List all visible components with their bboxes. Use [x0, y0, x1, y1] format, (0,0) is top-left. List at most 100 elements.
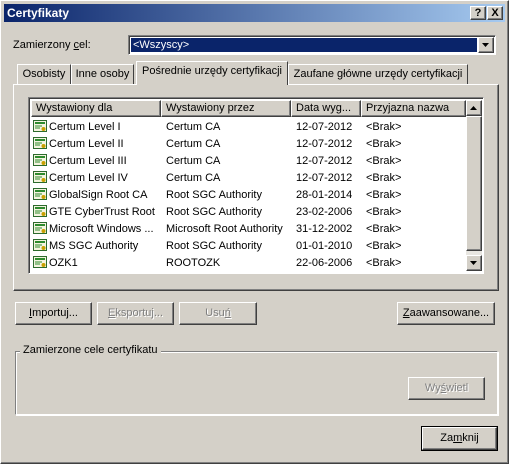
- cell-expiration: 12-07-2012: [296, 121, 353, 133]
- certificate-icon: [33, 239, 47, 251]
- tab-personal[interactable]: Osobisty: [17, 64, 71, 84]
- title-bar[interactable]: Certyfikaty ? X: [4, 4, 505, 22]
- cell-expiration: 23-02-2006: [296, 206, 353, 218]
- purpose-dropdown-button[interactable]: [478, 37, 494, 53]
- certificate-purposes-label: Zamierzone cele certyfikatu: [20, 344, 161, 356]
- certificate-list[interactable]: Wystawiony dla Wystawiony przez Data wyg…: [28, 97, 484, 274]
- remove-button[interactable]: Usuń: [179, 302, 257, 325]
- import-label: mportuj...: [32, 307, 78, 319]
- cell-expiration: 12-07-2012: [296, 155, 353, 167]
- table-row[interactable]: Microsoft Windows ... Microsoft Root Auth…: [31, 221, 466, 238]
- table-row[interactable]: OZK1 ROOTOZK 22-06-2006 <Brak>: [31, 255, 466, 272]
- arrow-down-icon: [470, 261, 477, 265]
- tab-trusted-root-ca[interactable]: Zaufane główne urzędy certyfikacji: [288, 64, 468, 84]
- certificate-icon: [33, 120, 47, 132]
- cell-issued-by: Root SGC Authority: [166, 206, 262, 218]
- tab-other-people[interactable]: Inne osoby: [71, 64, 134, 84]
- column-header-issued-by[interactable]: Wystawiony przez: [161, 100, 291, 117]
- purpose-label: Zamierzony cel:: [13, 39, 91, 51]
- tab-intermediate-ca-label: Pośrednie urzędy certyfikacji: [141, 65, 282, 77]
- scroll-down-button[interactable]: [466, 255, 482, 271]
- advanced-button[interactable]: Zaawansowane...: [397, 302, 495, 325]
- cell-issued-to: GlobalSign Root CA: [49, 189, 148, 201]
- tab-personal-label: Osobisty: [22, 68, 66, 80]
- purpose-select[interactable]: <Wszyscy>: [128, 35, 496, 55]
- import-button[interactable]: Importuj...: [15, 302, 92, 325]
- table-row[interactable]: MS SGC Authority Root SGC Authority 01-01-…: [31, 238, 466, 255]
- certificate-icon: [33, 222, 47, 234]
- certificate-icon: [33, 154, 47, 166]
- tab-intermediate-ca[interactable]: Pośrednie urzędy certyfikacji: [136, 61, 288, 85]
- advanced-accel: Z: [402, 307, 410, 319]
- cell-expiration: 31-12-2002: [296, 223, 353, 235]
- cell-issued-by: Certum CA: [166, 172, 221, 184]
- certificates-dialog: Certyfikaty ? X Zamierzony cel: <Wszyscy…: [0, 0, 509, 464]
- purpose-select-value: <Wszyscy>: [131, 38, 477, 52]
- cell-issued-by: Microsoft Root Authority: [166, 223, 283, 235]
- table-row[interactable]: Certum Level IV Certum CA 12-07-2012 <Brak>: [31, 170, 466, 187]
- close-label-post: knij: [462, 432, 479, 444]
- cell-friendly-name: <Brak>: [366, 138, 402, 150]
- cell-issued-to: GTE CyberTrust Root: [49, 206, 155, 218]
- view-label-post: wietl: [446, 382, 469, 394]
- cell-friendly-name: <Brak>: [366, 172, 402, 184]
- close-icon: X: [491, 7, 499, 19]
- chevron-down-icon: [482, 43, 489, 47]
- cell-expiration: 22-06-2006: [296, 257, 353, 269]
- column-header-expiration[interactable]: Data wyg...: [291, 100, 361, 117]
- table-row[interactable]: Certum Level II Certum CA 12-07-2012 <Brak>: [31, 136, 466, 153]
- certificate-icon: [33, 205, 47, 217]
- cell-friendly-name: <Brak>: [366, 257, 402, 269]
- cell-issued-to: Certum Level III: [49, 155, 127, 167]
- table-row[interactable]: GTE CyberTrust Root Root SGC Authority 23-…: [31, 204, 466, 221]
- cell-friendly-name: <Brak>: [366, 240, 402, 252]
- export-button[interactable]: Eksportuj...: [97, 302, 174, 325]
- help-icon: ?: [474, 7, 482, 19]
- column-header-issued-to[interactable]: Wystawiony dla: [31, 100, 161, 117]
- column-header-friendly-name-label: Przyjazna nazwa: [366, 102, 450, 114]
- cell-friendly-name: <Brak>: [366, 223, 402, 235]
- help-button[interactable]: ?: [470, 6, 486, 20]
- tab-trusted-root-ca-label: Zaufane główne urzędy certyfikacji: [293, 68, 463, 80]
- cell-friendly-name: <Brak>: [366, 189, 402, 201]
- advanced-label: aawansowane...: [409, 307, 490, 319]
- table-row[interactable]: Certum Level I Certum CA 12-07-2012 <Brak>: [31, 119, 466, 136]
- cell-issued-by: Root SGC Authority: [166, 189, 262, 201]
- close-button[interactable]: Zamknij: [421, 426, 498, 451]
- cell-issued-to: Microsoft Windows ...: [49, 223, 154, 235]
- cell-friendly-name: <Brak>: [366, 155, 402, 167]
- column-header-issued-by-label: Wystawiony przez: [166, 102, 255, 114]
- cell-issued-to: OZK1: [49, 257, 78, 269]
- cell-expiration: 12-07-2012: [296, 172, 353, 184]
- remove-accel: ń: [224, 307, 231, 319]
- view-label-pre: Wy: [424, 382, 441, 394]
- close-window-button[interactable]: X: [487, 6, 503, 20]
- cell-issued-to: Certum Level I: [49, 121, 121, 133]
- export-label: ksportuj...: [115, 307, 164, 319]
- cell-issued-by: Certum CA: [166, 155, 221, 167]
- cell-issued-by: Root SGC Authority: [166, 240, 262, 252]
- certificate-icon: [33, 137, 47, 149]
- table-row[interactable]: GlobalSign Root CA Root SGC Authority 28-0…: [31, 187, 466, 204]
- cell-friendly-name: <Brak>: [366, 206, 402, 218]
- cell-issued-to: Certum Level II: [49, 138, 124, 150]
- certificate-icon: [33, 171, 47, 183]
- tab-other-people-label: Inne osoby: [75, 68, 130, 80]
- table-row[interactable]: Certum Level III Certum CA 12-07-2012 <Brak…: [31, 153, 466, 170]
- close-accel: m: [453, 432, 463, 444]
- column-header-expiration-label: Data wyg...: [296, 102, 352, 114]
- column-header-friendly-name[interactable]: Przyjazna nazwa: [361, 100, 466, 117]
- scroll-thumb[interactable]: [466, 116, 482, 251]
- cell-issued-by: ROOTOZK: [166, 257, 221, 269]
- certificate-icon: [33, 188, 47, 200]
- cell-issued-to: MS SGC Authority: [49, 240, 139, 252]
- cell-friendly-name: <Brak>: [366, 121, 402, 133]
- cell-issued-to: Certum Level IV: [49, 172, 128, 184]
- cell-issued-by: Certum CA: [166, 121, 221, 133]
- scroll-up-button[interactable]: [466, 100, 482, 116]
- column-header-issued-to-label: Wystawiony dla: [36, 102, 113, 114]
- cell-expiration: 28-01-2014: [296, 189, 353, 201]
- cell-expiration: 12-07-2012: [296, 138, 353, 150]
- view-button[interactable]: Wyświetl: [408, 377, 485, 400]
- close-label-pre: Za: [440, 432, 454, 444]
